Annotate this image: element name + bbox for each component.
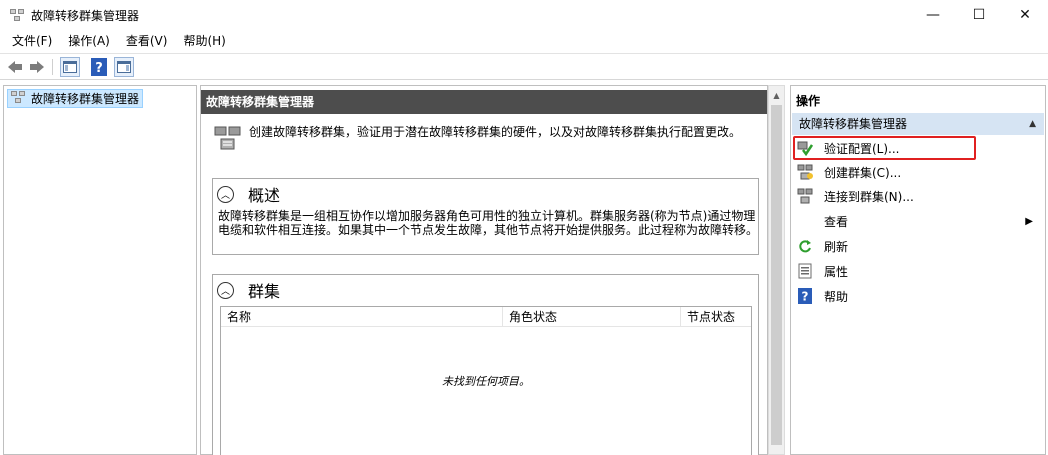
tree-node-cluster-manager[interactable]: 故障转移群集管理器 — [7, 89, 144, 108]
menu-file[interactable]: 文件(F) — [4, 30, 60, 52]
action-help[interactable]: ? 帮助 — [797, 286, 1041, 306]
column-header-node-status[interactable]: 节点状态 — [681, 307, 751, 327]
forward-arrow-icon[interactable] — [28, 58, 46, 76]
collapse-clusters-button[interactable]: ︿ — [217, 281, 234, 299]
console-tree: 故障转移群集管理器 — [3, 85, 197, 455]
collapse-up-icon[interactable]: ▲ — [1029, 113, 1036, 135]
minimize-button[interactable]: — — [910, 0, 956, 30]
empty-list-message: 未找到任何项目。 — [442, 375, 530, 388]
tree-node-label: 故障转移群集管理器 — [31, 92, 140, 106]
action-label: 刷新 — [824, 239, 849, 254]
menu-action[interactable]: 操作(A) — [60, 30, 118, 52]
action-label: 查看 — [824, 214, 849, 229]
back-arrow-icon[interactable] — [6, 58, 24, 76]
menu-bar: 文件(F) 操作(A) 查看(V) 帮助(H) — [0, 30, 1048, 52]
action-validate-configuration[interactable]: 验证配置(L)... — [797, 138, 1041, 158]
results-pane: 故障转移群集管理器 创建故障转移群集，验证用于潜在故障转移群集的硬件，以及对故障… — [200, 85, 768, 455]
overview-text: 故障转移群集是一组相互协作以增加服务器角色可用性的独立计算机。群集服务器(称为节… — [218, 209, 759, 237]
action-label: 属性 — [824, 264, 849, 279]
clusters-section: ︿ 群集 名称 角色状态 节点状态 未找到任何项目。 — [212, 274, 759, 455]
action-label: 帮助 — [824, 289, 849, 304]
maximize-button[interactable]: ☐ — [956, 0, 1002, 30]
page-description: 创建故障转移群集，验证用于潜在故障转移群集的硬件，以及对故障转移群集执行配置更改… — [249, 125, 742, 139]
validate-icon — [797, 140, 813, 156]
svg-text:?: ? — [802, 290, 809, 304]
menu-view[interactable]: 查看(V) — [118, 30, 176, 52]
show-hide-action-pane-icon[interactable] — [114, 57, 134, 77]
actions-group-label: 故障转移群集管理器 — [799, 117, 908, 131]
toolbar-separator — [52, 59, 53, 75]
connect-cluster-icon — [797, 188, 813, 204]
menu-help[interactable]: 帮助(H) — [175, 30, 233, 52]
action-connect-to-cluster[interactable]: 连接到群集(N)... — [797, 186, 1041, 206]
scroll-thumb[interactable] — [771, 105, 782, 445]
toolbar: ? — [0, 53, 1048, 80]
scroll-up-arrow-icon[interactable]: ▲ — [769, 88, 784, 103]
column-header-role-status[interactable]: 角色状态 — [503, 307, 681, 327]
cluster-manager-icon — [9, 7, 25, 23]
actions-group-header[interactable]: 故障转移群集管理器 ▲ — [792, 113, 1044, 135]
show-hide-tree-icon[interactable] — [60, 57, 80, 77]
action-refresh[interactable]: 刷新 — [797, 236, 1041, 256]
window-title: 故障转移群集管理器 — [31, 9, 140, 23]
help-icon: ? — [797, 288, 813, 304]
action-label: 创建群集(C)... — [824, 165, 902, 180]
results-pane-header: 故障转移群集管理器 — [201, 90, 767, 114]
svg-text:?: ? — [95, 61, 103, 76]
action-view[interactable]: 查看 ▶ — [797, 211, 1041, 231]
overview-title: 概述 — [248, 186, 281, 205]
column-header-name[interactable]: 名称 — [221, 307, 503, 327]
cluster-manager-icon — [10, 89, 26, 108]
cluster-servers-icon — [212, 123, 244, 155]
refresh-icon — [797, 238, 813, 254]
help-icon[interactable]: ? — [90, 58, 108, 76]
close-button[interactable]: ✕ — [1002, 0, 1048, 30]
submenu-arrow-icon: ▶ — [1025, 215, 1033, 227]
action-create-cluster[interactable]: 创建群集(C)... — [797, 162, 1041, 182]
action-properties[interactable]: 属性 — [797, 261, 1041, 281]
overview-section: ︿ 概述 故障转移群集是一组相互协作以增加服务器角色可用性的独立计算机。群集服务… — [212, 178, 759, 255]
actions-pane: 操作 故障转移群集管理器 ▲ 验证配置(L)... 创建群集(C)... 连接到… — [790, 85, 1046, 455]
action-label: 验证配置(L)... — [824, 141, 900, 156]
action-label: 连接到群集(N)... — [824, 189, 914, 204]
create-cluster-icon — [797, 164, 813, 180]
actions-title: 操作 — [796, 94, 821, 108]
clusters-list: 名称 角色状态 节点状态 未找到任何项目。 — [220, 306, 752, 455]
collapse-overview-button[interactable]: ︿ — [217, 185, 234, 203]
results-pane-scrollbar[interactable]: ▲ — [768, 85, 785, 455]
clusters-title: 群集 — [248, 282, 281, 301]
clusters-list-header: 名称 角色状态 节点状态 — [221, 307, 751, 327]
title-bar: 故障转移群集管理器 — ☐ ✕ — [0, 0, 1048, 30]
properties-icon — [797, 263, 813, 279]
